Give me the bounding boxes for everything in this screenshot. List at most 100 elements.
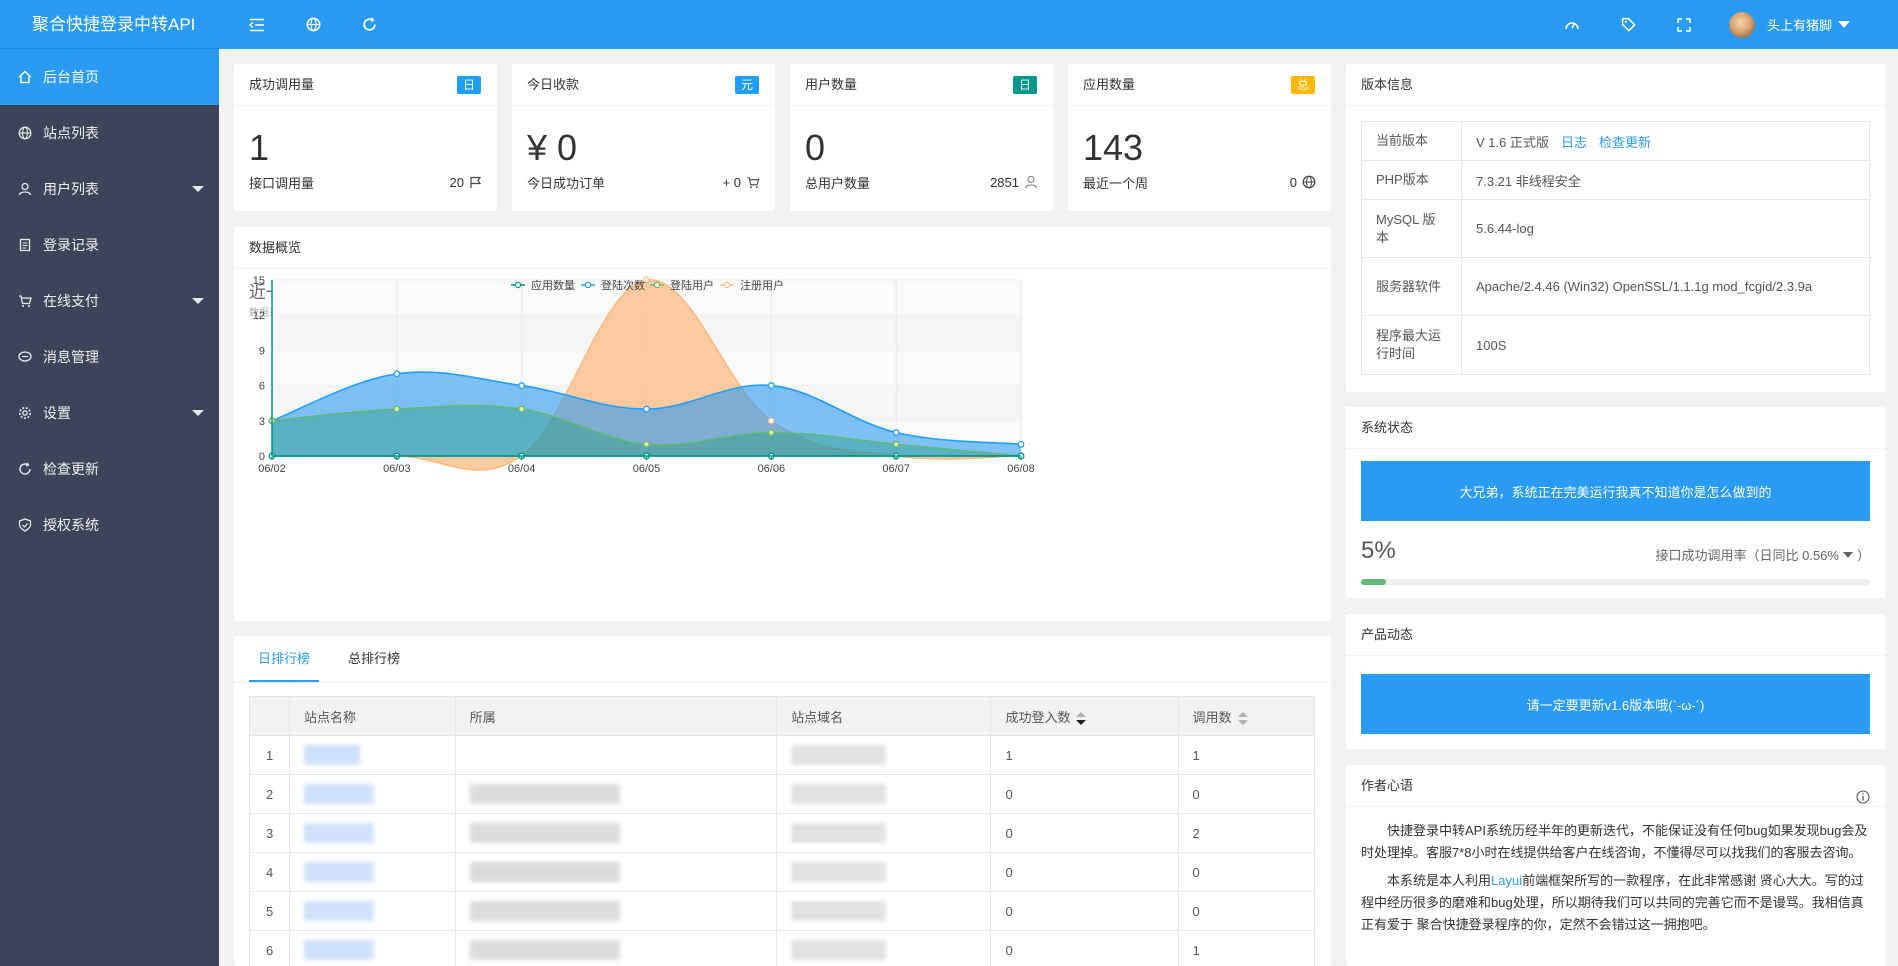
obscured-owner <box>469 901 620 921</box>
cart-icon <box>747 176 760 188</box>
data-point[interactable] <box>767 429 775 436</box>
column-owner: 所属 <box>454 696 778 736</box>
obscured-domain <box>791 901 887 921</box>
dashboard-icon[interactable] <box>1556 0 1588 49</box>
sidebar-item-license[interactable]: 授权系统 <box>0 497 219 553</box>
caret-down-icon <box>1842 551 1853 558</box>
current-version-value: V 1.6 正式版 <box>1476 134 1549 150</box>
data-point[interactable] <box>892 440 900 448</box>
table-row[interactable]: 111 <box>249 735 1316 775</box>
legend-label: 注册用户 <box>740 278 784 292</box>
server-software-label: 服务器软件 <box>1361 257 1462 316</box>
site-name-cell <box>289 930 456 966</box>
x-tick-label: 06/07 <box>882 463 910 475</box>
legend-marker-dot[interactable] <box>584 281 592 289</box>
sidebar-item-sites[interactable]: 站点列表 <box>0 105 219 161</box>
sidebar-item-check-update[interactable]: 检查更新 <box>0 441 219 497</box>
fullscreen-icon[interactable] <box>1668 0 1700 49</box>
table-row[interactable]: 4 00 <box>249 852 1316 892</box>
stat-foot-value: 2851 <box>990 174 1019 190</box>
sidebar-item-login-records[interactable]: 登录记录 <box>0 217 219 273</box>
product-news-banner[interactable]: 请一定要更新v1.6版本哦(`-ω-´) <box>1361 674 1870 734</box>
column-site-name: 站点名称 <box>289 696 456 736</box>
tag-icon[interactable] <box>1612 0 1644 49</box>
data-point[interactable] <box>643 405 650 413</box>
table-row[interactable]: 2 00 <box>249 774 1316 814</box>
weekly-stats-chart: 近一周数据统计数据来源数据库实时更新0369121506/0206/0306/0… <box>249 275 1035 475</box>
sidebar-item-label: 后台首页 <box>43 69 99 85</box>
x-tick-label: 06/03 <box>383 463 411 475</box>
app-title[interactable]: 聚合快捷登录中转API <box>0 0 219 49</box>
obscured-owner <box>469 862 620 882</box>
version-table: 当前版本 V 1.6 正式版 日志 检查更新 PHP版本 7.3.21 非线程安全 My… <box>1361 121 1870 375</box>
sort-icon[interactable] <box>1237 711 1248 725</box>
column-success-logins[interactable]: 成功登入数 <box>990 696 1179 736</box>
check-update-link[interactable]: 检查更新 <box>1599 135 1651 150</box>
sidebar-item-label: 消息管理 <box>43 349 99 365</box>
success-rate-label: 接口成功调用率（日同比 0.56%） <box>1655 548 1871 563</box>
author-note-card: 作者心语 快捷登录中转API系统历经半年的更新迭代，不能保证没有任何bug如果发… <box>1346 765 1885 966</box>
domain-cell <box>776 891 992 931</box>
x-tick-label: 06/04 <box>508 463 536 475</box>
data-point[interactable] <box>892 429 900 436</box>
table-row[interactable]: 6 01 <box>249 930 1316 966</box>
server-software-value: Apache/2.4.46 (Win32) OpenSSL/1.1.1g mod… <box>1461 257 1870 316</box>
changelog-link[interactable]: 日志 <box>1561 135 1587 150</box>
x-tick-label: 06/05 <box>633 463 661 475</box>
menu-toggle-icon[interactable] <box>241 0 273 49</box>
table-row[interactable]: 3 02 <box>249 813 1316 853</box>
legend-marker-dot[interactable] <box>653 281 661 289</box>
gear-icon <box>17 385 33 441</box>
row-number: 4 <box>249 852 290 892</box>
chevron-down-icon <box>192 410 204 416</box>
tab-total-ranking[interactable]: 总排行榜 <box>339 636 409 682</box>
sidebar-item-payment[interactable]: 在线支付 <box>0 273 219 329</box>
owner-cell <box>454 891 778 931</box>
data-point[interactable] <box>1017 440 1025 448</box>
stat-foot-value: 0 <box>1289 174 1297 190</box>
stat-card-calls: 成功调用量 日 1 接口调用量 20 <box>234 64 497 211</box>
sidebar-item-users[interactable]: 用户列表 <box>0 161 219 217</box>
user-menu[interactable]: 头上有猪脚 <box>1729 0 1851 49</box>
success-rate-percent: 5% <box>1361 537 1396 564</box>
data-overview-card: 数据概览 近一周数据统计数据来源数据库实时更新0369121506/0206/0… <box>234 227 1331 621</box>
x-tick-label: 06/08 <box>1007 463 1035 475</box>
sidebar-item-settings[interactable]: 设置 <box>0 385 219 441</box>
site-name-cell <box>289 852 456 892</box>
stat-foot-value: + 0 <box>722 174 741 190</box>
data-point[interactable] <box>767 417 775 425</box>
legend-marker-dot[interactable] <box>514 281 522 289</box>
data-point[interactable] <box>518 382 526 390</box>
stat-value: ¥ 0 <box>527 127 578 168</box>
data-point[interactable] <box>393 405 401 413</box>
sort-icon[interactable] <box>1076 711 1087 725</box>
x-tick-label: 06/02 <box>258 463 286 475</box>
data-point[interactable] <box>393 370 401 378</box>
site-name-cell <box>289 774 456 814</box>
stat-foot-label: 总用户数量 <box>805 175 871 191</box>
tab-daily-ranking[interactable]: 日排行榜 <box>249 636 320 682</box>
info-icon[interactable] <box>1856 779 1870 821</box>
sidebar-item-messages[interactable]: 消息管理 <box>0 329 219 385</box>
shield-icon <box>17 497 33 553</box>
user-icon <box>1024 175 1038 189</box>
globe-icon[interactable] <box>297 0 329 49</box>
column-calls[interactable]: 调用数 <box>1177 696 1316 736</box>
data-point[interactable] <box>767 382 775 390</box>
success-rate-progress <box>1361 579 1870 585</box>
calls-cell: 0 <box>1177 891 1316 931</box>
table-row[interactable]: 5 00 <box>249 891 1316 931</box>
layui-link[interactable]: Layui <box>1491 873 1522 888</box>
refresh-icon[interactable] <box>353 0 385 49</box>
obscured-site-name <box>304 901 374 921</box>
stat-title: 用户数量 <box>805 77 858 92</box>
data-point[interactable] <box>518 405 526 413</box>
obscured-site-name <box>304 862 374 882</box>
obscured-owner <box>469 784 620 804</box>
current-version-label: 当前版本 <box>1361 121 1462 161</box>
data-point[interactable] <box>643 440 650 448</box>
success-logins-cell: 0 <box>990 852 1179 892</box>
product-news-card: 产品动态 请一定要更新v1.6版本哦(`-ω-´) <box>1346 614 1885 749</box>
sidebar-item-home[interactable]: 后台首页 <box>0 49 219 105</box>
legend-marker-dot[interactable] <box>723 281 731 289</box>
